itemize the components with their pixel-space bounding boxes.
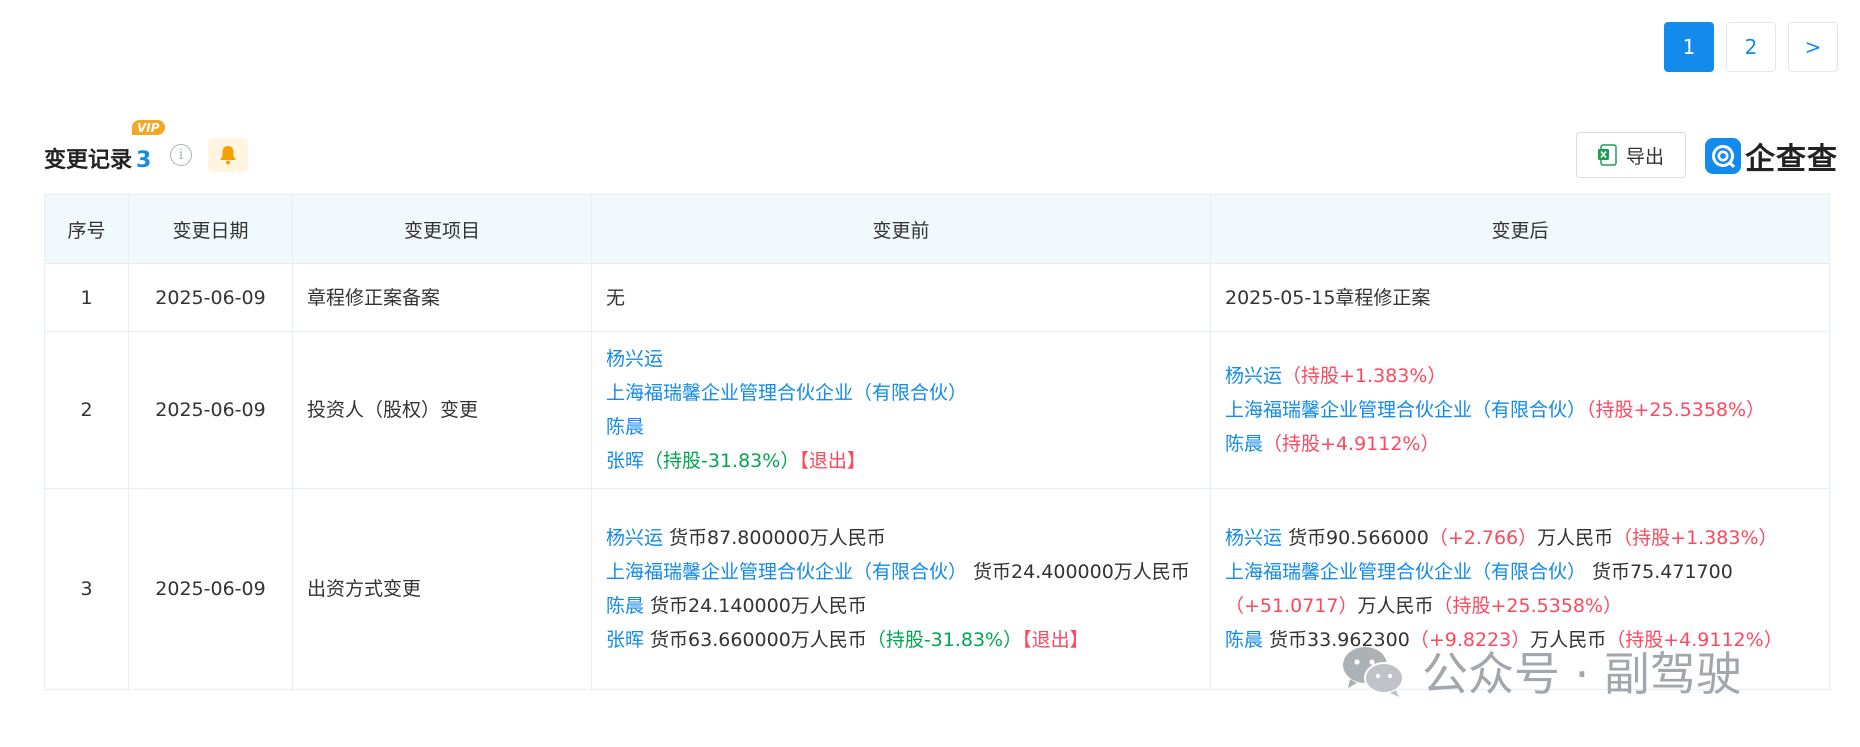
- change-records-table: 序号 变更日期 变更项目 变更前 变更后 1 2025-06-09 章程修正案备…: [44, 194, 1830, 690]
- change-text: 万人民币: [1537, 527, 1614, 549]
- change-tag-green: （持股-31.83%）: [644, 450, 800, 472]
- change-text: 货币63.660000万人民币: [644, 629, 867, 651]
- wechat-watermark: 公众号 · 副驾驶: [1340, 638, 1742, 704]
- change-text: 无: [606, 286, 626, 309]
- section-title-text: 变更记录: [44, 148, 133, 173]
- row-index: 3: [44, 488, 129, 690]
- before-cell: 杨兴运 货币87.800000万人民币 上海福瑞馨企业管理合伙企业（有限合伙） 货…: [591, 488, 1211, 690]
- logo-mark-icon: [1705, 138, 1741, 174]
- shareholder-link[interactable]: 杨兴运: [1225, 365, 1282, 387]
- bell-icon[interactable]: [208, 138, 248, 172]
- change-line: 张晖（持股-31.83%）【退出】: [606, 444, 1196, 478]
- shareholder-link[interactable]: 张晖: [606, 450, 644, 472]
- row-index: 2: [44, 331, 129, 489]
- header-after: 变更后: [1210, 194, 1830, 264]
- change-line: 杨兴运 货币90.566000（+2.766）万人民币（持股+1.383%）: [1225, 521, 1815, 555]
- qichacha-logo: 企查查: [1705, 134, 1838, 178]
- header-date: 变更日期: [128, 194, 293, 264]
- excel-icon: [1597, 144, 1617, 166]
- row-item: 投资人（股权）变更: [292, 331, 592, 489]
- change-text: 2025-05-15章程修正案: [1225, 286, 1431, 309]
- change-line: 上海福瑞馨企业管理合伙企业（有限合伙）: [606, 376, 1196, 410]
- row-item: 出资方式变更: [292, 488, 592, 690]
- logo-text: 企查查: [1745, 142, 1838, 177]
- change-line: 杨兴运: [606, 342, 1196, 376]
- vip-badge: VIP: [132, 120, 165, 135]
- header-item: 变更项目: [292, 194, 592, 264]
- page-1-button[interactable]: 1: [1664, 22, 1714, 72]
- change-text: 货币24.400000万人民币: [967, 561, 1190, 583]
- change-line: 陈晨（持股+4.9112%）: [1225, 427, 1815, 461]
- change-records-header: VIP 变更记录 3 i 导出 企查查: [44, 118, 1838, 188]
- change-text: 货币75.471700: [1586, 561, 1733, 583]
- change-line: 2025-05-15章程修正案: [1225, 281, 1815, 315]
- before-cell: 无: [591, 263, 1211, 332]
- wechat-icon: [1343, 647, 1404, 697]
- change-line: 无: [606, 281, 1196, 315]
- after-cell: 杨兴运（持股+1.383%） 上海福瑞馨企业管理合伙企业（有限合伙）（持股+25.…: [1210, 331, 1830, 489]
- change-tag-green: （持股-31.83%）: [866, 629, 1023, 651]
- change-line: 杨兴运 货币87.800000万人民币: [606, 521, 1196, 555]
- change-line: 陈晨 货币24.140000万人民币: [606, 589, 1196, 623]
- next-page-button[interactable]: >: [1788, 22, 1838, 72]
- change-line: 杨兴运（持股+1.383%）: [1225, 359, 1815, 393]
- page-2-button[interactable]: 2: [1726, 22, 1776, 72]
- info-icon[interactable]: i: [170, 144, 192, 166]
- watermark-text: 公众号 · 副驾驶: [1422, 647, 1742, 701]
- table-row: 2 2025-06-09 投资人（股权）变更 杨兴运上海福瑞馨企业管理合伙企业（…: [44, 331, 1830, 489]
- change-tag-red: （+51.0717）: [1225, 595, 1358, 617]
- change-tag-red: （持股+25.5358%）: [1586, 399, 1766, 421]
- change-text: 万人民币: [1357, 595, 1434, 617]
- export-button[interactable]: 导出: [1576, 132, 1686, 178]
- change-tag-red: 【退出】: [1022, 629, 1089, 651]
- row-date: 2025-06-09: [128, 331, 293, 489]
- export-label: 导出: [1625, 145, 1664, 168]
- shareholder-link[interactable]: 陈晨: [606, 595, 644, 617]
- shareholder-link[interactable]: 张晖: [606, 629, 644, 651]
- shareholder-link[interactable]: 杨兴运: [606, 348, 663, 370]
- change-line: 上海福瑞馨企业管理合伙企业（有限合伙）（持股+25.5358%）: [1225, 393, 1815, 427]
- section-title: 变更记录 3: [44, 142, 151, 174]
- change-line: 上海福瑞馨企业管理合伙企业（有限合伙） 货币24.400000万人民币: [606, 555, 1196, 589]
- change-text: 货币24.140000万人民币: [644, 595, 867, 617]
- header-index: 序号: [44, 194, 129, 264]
- header-before: 变更前: [591, 194, 1211, 264]
- shareholder-link[interactable]: 上海福瑞馨企业管理合伙企业（有限合伙）: [1225, 561, 1586, 583]
- change-tag-red: 【退出】: [799, 450, 866, 472]
- row-date: 2025-06-09: [128, 488, 293, 690]
- table-row: 1 2025-06-09 章程修正案备案 无 2025-05-15章程修正案: [44, 263, 1830, 332]
- shareholder-link[interactable]: 上海福瑞馨企业管理合伙企业（有限合伙）: [1225, 399, 1586, 421]
- change-tag-red: （持股+25.5358%）: [1433, 595, 1623, 617]
- shareholder-link[interactable]: 陈晨: [1225, 433, 1263, 455]
- shareholder-link[interactable]: 杨兴运: [1225, 527, 1282, 549]
- change-tag-red: （持股+4.9112%）: [1263, 433, 1440, 455]
- change-tag-red: （+2.766）: [1428, 527, 1538, 549]
- table-header-row: 序号 变更日期 变更项目 变更前 变更后: [44, 194, 1830, 264]
- change-line: 张晖 货币63.660000万人民币（持股-31.83%）【退出】: [606, 623, 1196, 657]
- change-line: 上海福瑞馨企业管理合伙企业（有限合伙） 货币75.471700 （+51.0717…: [1225, 555, 1815, 623]
- shareholder-link[interactable]: 杨兴运: [606, 527, 663, 549]
- row-index: 1: [44, 263, 129, 332]
- change-text: 货币90.566000: [1282, 527, 1429, 549]
- change-line: 陈晨: [606, 410, 1196, 444]
- record-count: 3: [136, 148, 152, 173]
- row-date: 2025-06-09: [128, 263, 293, 332]
- shareholder-link[interactable]: 上海福瑞馨企业管理合伙企业（有限合伙）: [606, 561, 967, 583]
- change-text: 货币87.800000万人民币: [663, 527, 886, 549]
- before-cell: 杨兴运上海福瑞馨企业管理合伙企业（有限合伙） 陈晨张晖（持股-31.83%）【退出…: [591, 331, 1211, 489]
- change-tag-red: （持股+1.383%）: [1282, 365, 1447, 387]
- after-cell: 2025-05-15章程修正案: [1210, 263, 1830, 332]
- shareholder-link[interactable]: 上海福瑞馨企业管理合伙企业（有限合伙）: [606, 382, 967, 404]
- change-tag-red: （持股+1.383%）: [1613, 527, 1778, 549]
- row-item: 章程修正案备案: [292, 263, 592, 332]
- shareholder-link[interactable]: 陈晨: [1225, 629, 1263, 651]
- shareholder-link[interactable]: 陈晨: [606, 416, 644, 438]
- pagination: 1 2 >: [1664, 22, 1838, 72]
